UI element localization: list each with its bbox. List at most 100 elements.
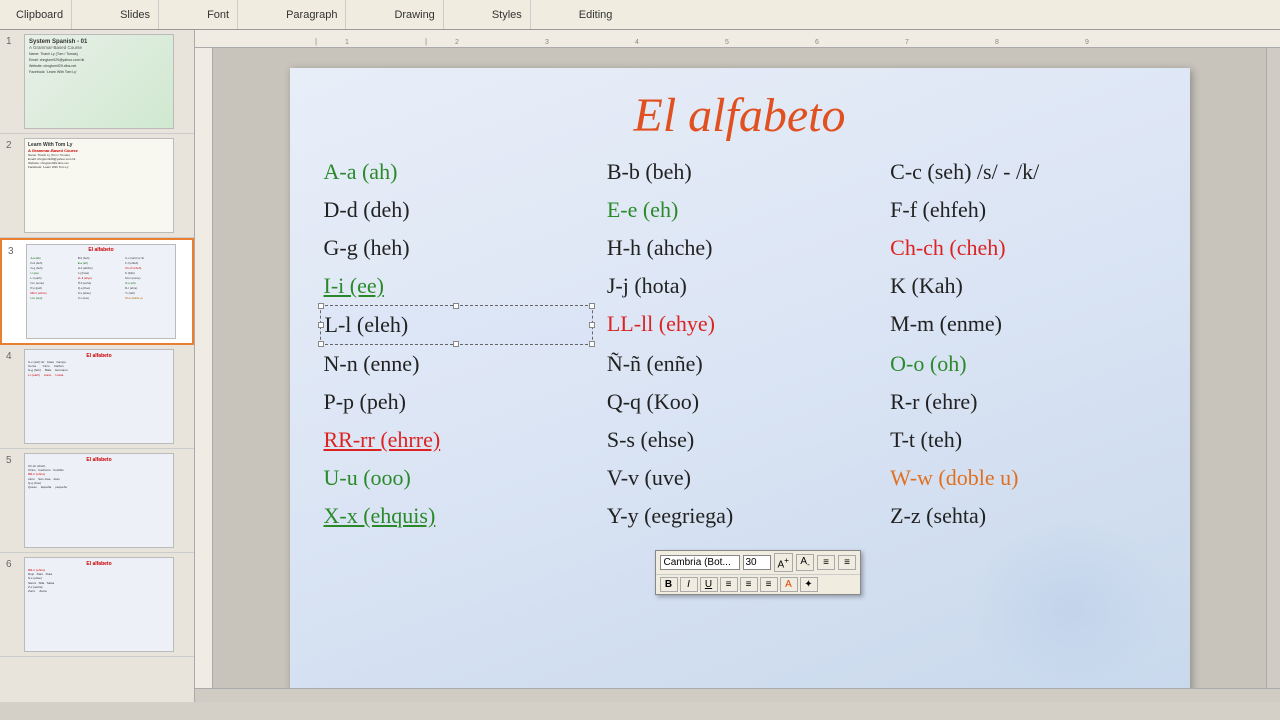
align-center-button[interactable]: ≡ xyxy=(740,577,758,592)
align-right-button[interactable]: ≡ xyxy=(760,577,778,592)
alpha-f: F-f (ehfeh) xyxy=(886,191,1159,229)
floating-text-toolbar[interactable]: A+ A- ≡ ≡ B I U ≡ ≡ xyxy=(655,550,862,595)
font-group: Font xyxy=(199,0,238,29)
slides-label: Slides xyxy=(120,9,150,21)
clipboard-label: Clipboard xyxy=(16,9,63,21)
slide-thumb-6[interactable]: 6 El alfabeto RR-rr (ehrre) Rojo Raro Ru… xyxy=(0,553,194,657)
alpha-p: P-p (peh) xyxy=(320,383,593,421)
font-label: Font xyxy=(207,9,229,21)
alpha-c: C-c (seh) /s/ - /k/ xyxy=(886,153,1159,191)
ft-row2: B I U ≡ ≡ ≡ A ✦ xyxy=(656,575,861,594)
alpha-k: K (Kah) xyxy=(886,267,1159,305)
slide-number-4: 4 xyxy=(6,349,18,444)
vertical-ruler xyxy=(195,48,213,688)
slide-thumb-1[interactable]: 1 System Spanish - 01 A Grammar-Based Co… xyxy=(0,30,194,134)
alpha-t: T-t (teh) xyxy=(886,421,1159,459)
slide-thumb-3[interactable]: 3 El alfabeto A-a (ah)B-b (beh)C-c (seh)… xyxy=(0,238,194,345)
slide-thumb-2[interactable]: 2 Learn With Tom Ly A Grammar-Based Cour… xyxy=(0,134,194,238)
alpha-l[interactable]: L-l (eleh) xyxy=(320,305,593,345)
slide-thumb-4[interactable]: 4 El alfabeto C-c (seh) /k/ Casa Campo C… xyxy=(0,345,194,449)
handle-rm[interactable] xyxy=(589,322,595,328)
italic-button[interactable]: I xyxy=(680,577,698,592)
underline-button[interactable]: U xyxy=(700,577,718,592)
alpha-y: Y-y (eegriega) xyxy=(603,497,876,535)
alpha-e: E-e (eh) xyxy=(603,191,876,229)
s2-facebook: Facebook: 'Learn With Tom Ly' xyxy=(28,165,170,169)
content-area: | 1 | 2 3 4 5 6 7 8 9 El alfabeto xyxy=(195,30,1280,702)
s6-title: El alfabeto xyxy=(28,561,170,567)
font-color-button[interactable]: A xyxy=(780,577,798,592)
alpha-i: I-i (ee) xyxy=(320,267,593,305)
slide-preview-2: Learn With Tom Ly A Grammar-Based Course… xyxy=(24,138,174,233)
handle-bl[interactable] xyxy=(318,341,324,347)
s1-subtitle: A Grammar-Based Course xyxy=(29,45,169,50)
editing-group: Editing xyxy=(571,0,621,29)
font-name-input[interactable] xyxy=(660,555,740,570)
styles-label: Styles xyxy=(492,9,522,21)
s1-facebook: Facebook: 'Learn With Tom Ly' xyxy=(29,70,169,74)
alpha-h: H-h (ahche) xyxy=(603,229,876,267)
alpha-a: A-a (ah) xyxy=(320,153,593,191)
styles-group: Styles xyxy=(484,0,531,29)
ft-more-button[interactable]: ≡ xyxy=(838,555,856,570)
alpha-g: G-g (heh) xyxy=(320,229,593,267)
slide-title: El alfabeto xyxy=(290,88,1190,143)
paragraph-label: Paragraph xyxy=(286,9,337,21)
inner-content: El alfabeto A-a (ah) B-b (beh) C-c (seh)… xyxy=(195,48,1280,688)
ruler: | 1 | 2 3 4 5 6 7 8 9 xyxy=(195,30,1280,48)
alpha-m: M-m (enme) xyxy=(886,305,1159,345)
align-left-button[interactable]: ≡ xyxy=(720,577,738,592)
editing-label: Editing xyxy=(579,9,613,21)
alpha-ll: LL-ll (ehye) xyxy=(603,305,876,345)
alpha-o: O-o (oh) xyxy=(886,345,1159,383)
s4-title: El alfabeto xyxy=(28,353,170,359)
slide-thumb-5[interactable]: 5 El alfabeto Ch-ch (cheh) Chico Cacharr… xyxy=(0,449,194,553)
font-size-up-button[interactable]: A+ xyxy=(774,553,794,572)
font-size-input[interactable] xyxy=(743,555,771,570)
slide-preview-3: El alfabeto A-a (ah)B-b (beh)C-c (seh) /… xyxy=(26,244,176,339)
slide-number-1: 1 xyxy=(6,34,18,129)
slide-number-3: 3 xyxy=(8,244,20,339)
slide-preview-6: El alfabeto RR-rr (ehrre) Rojo Raro Ruta… xyxy=(24,557,174,652)
s1-name: Name: Thanh Ly (Tom / Tomas) xyxy=(29,52,169,56)
slide-number-6: 6 xyxy=(6,557,18,652)
handle-tl[interactable] xyxy=(318,303,324,309)
slide-preview-5: El alfabeto Ch-ch (cheh) Chico Cacharro … xyxy=(24,453,174,548)
alpha-s: S-s (ehse) xyxy=(603,421,876,459)
bold-button[interactable]: B xyxy=(660,577,678,592)
slide-preview-4: El alfabeto C-c (seh) /k/ Casa Campo Cer… xyxy=(24,349,174,444)
sidebar: 1 System Spanish - 01 A Grammar-Based Co… xyxy=(0,30,195,702)
alpha-rr: RR-rr (ehrre) xyxy=(320,421,593,459)
horizontal-scrollbar[interactable] xyxy=(195,688,1280,702)
handle-lm[interactable] xyxy=(318,322,324,328)
alpha-w: W-w (doble u) xyxy=(886,459,1159,497)
vertical-scrollbar[interactable] xyxy=(1266,48,1280,688)
alpha-v: V-v (uve) xyxy=(603,459,876,497)
alpha-nn: Ñ-ñ (enñe) xyxy=(603,345,876,383)
handle-tr[interactable] xyxy=(589,303,595,309)
alpha-q: Q-q (Koo) xyxy=(603,383,876,421)
toolbar: Clipboard Slides Font Paragraph Drawing … xyxy=(0,0,1280,30)
main-slide: El alfabeto A-a (ah) B-b (beh) C-c (seh)… xyxy=(290,68,1190,688)
font-size-down-button[interactable]: A- xyxy=(796,554,814,571)
alpha-ch: Ch-ch (cheh) xyxy=(886,229,1159,267)
alpha-i-container: I-i (ee) A+ A- ≡ ≡ xyxy=(320,267,593,305)
drawing-label: Drawing xyxy=(394,9,434,21)
ft-align-button[interactable]: ≡ xyxy=(817,555,835,570)
handle-br[interactable] xyxy=(589,341,595,347)
handle-bm[interactable] xyxy=(453,341,459,347)
alpha-x: X-x (ehquis) xyxy=(320,497,593,535)
alpha-z: Z-z (sehta) xyxy=(886,497,1159,535)
drawing-group: Drawing xyxy=(386,0,443,29)
s5-title: El alfabeto xyxy=(28,457,170,463)
s3-grid: A-a (ah)B-b (beh)C-c (seh) /s/ /k/ D-d (… xyxy=(29,254,173,301)
alpha-n: N-n (enne) xyxy=(320,345,593,383)
highlight-button[interactable]: ✦ xyxy=(800,577,818,592)
handle-tm[interactable] xyxy=(453,303,459,309)
s1-website: Website: chngtom929.dtns.net xyxy=(29,64,169,68)
alpha-r: R-r (ehre) xyxy=(886,383,1159,421)
alpha-d: D-d (deh) xyxy=(320,191,593,229)
alpha-u: U-u (ooo) xyxy=(320,459,593,497)
alphabet-grid: A-a (ah) B-b (beh) C-c (seh) /s/ - /k/ D… xyxy=(290,153,1190,535)
slides-group: Slides xyxy=(112,0,159,29)
